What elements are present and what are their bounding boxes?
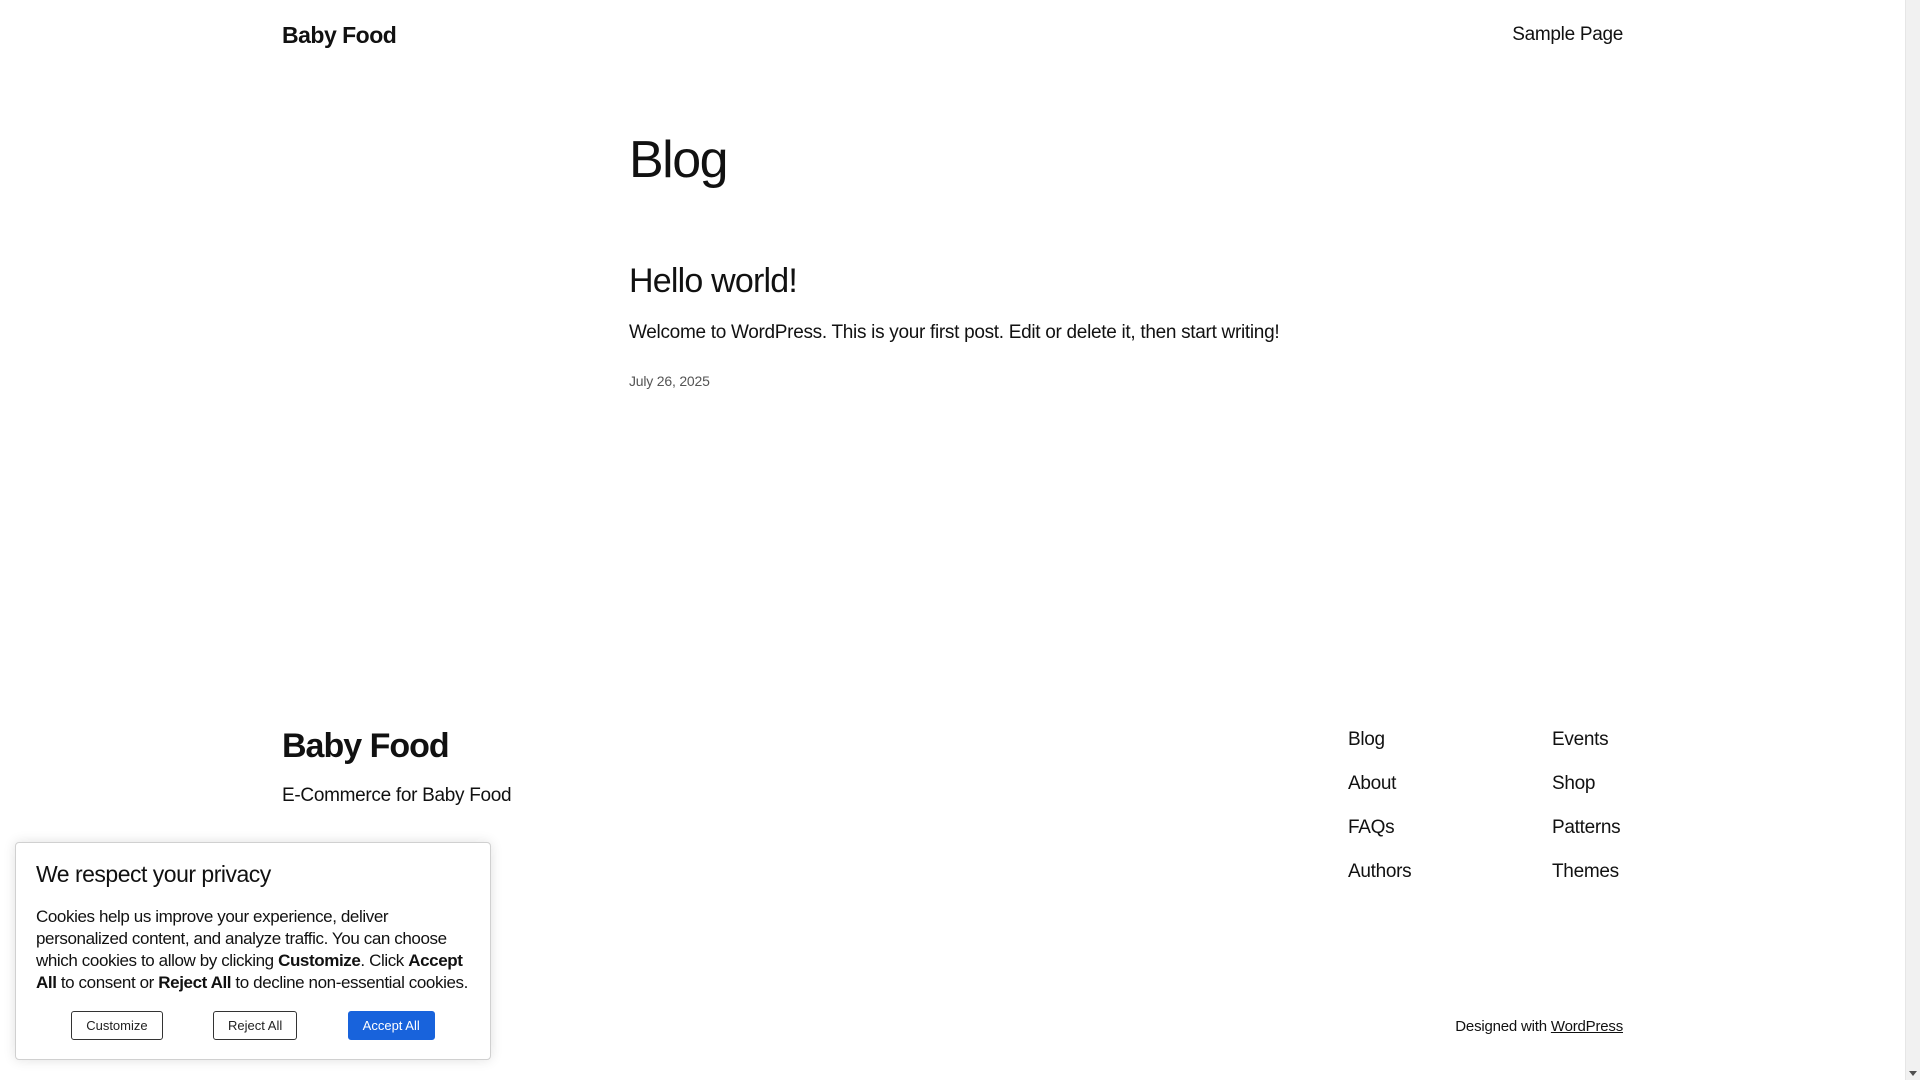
footer-link-events[interactable]: Events	[1552, 728, 1620, 752]
cookie-banner-text: Cookies help us improve your experience,…	[36, 906, 470, 994]
cookie-text-reject: Reject All	[158, 973, 232, 992]
cookie-text-part-4: to decline non-essential cookies.	[231, 973, 468, 992]
post-item: Hello world! Welcome to WordPress. This …	[629, 262, 1329, 389]
nav-link-sample-page[interactable]: Sample Page	[1512, 24, 1623, 46]
post-date[interactable]: July 26, 2025	[629, 373, 1329, 389]
footer-nav-column-2: Events Shop Patterns Themes	[1552, 728, 1621, 884]
cookie-text-part-3: to consent or	[56, 973, 159, 992]
footer-link-faqs[interactable]: FAQs	[1348, 816, 1411, 840]
cookie-text-customize: Customize	[278, 951, 361, 970]
reject-all-button[interactable]: Reject All	[213, 1011, 298, 1040]
customize-button[interactable]: Customize	[71, 1011, 163, 1040]
wordpress-link[interactable]: WordPress	[1551, 1018, 1623, 1035]
page: Baby Food Sample Page Blog Hello world! …	[0, 0, 1905, 1080]
site-header: Baby Food Sample Page	[282, 18, 1623, 52]
cookie-banner-title: We respect your privacy	[36, 861, 271, 887]
footer-link-authors[interactable]: Authors	[1348, 860, 1412, 884]
footer-link-blog[interactable]: Blog	[1348, 728, 1411, 752]
page-title: Blog	[629, 131, 729, 189]
footer-nav-column-1: Blog About FAQs Authors	[1348, 728, 1412, 884]
accept-all-button[interactable]: Accept All	[347, 1011, 435, 1040]
post-excerpt: Welcome to WordPress. This is your first…	[629, 321, 1280, 343]
credit-prefix: Designed with	[1455, 1018, 1547, 1035]
footer-tagline: E-Commerce for Baby Food	[282, 785, 512, 807]
vertical-scrollbar[interactable]	[1905, 0, 1920, 1080]
footer-credit: Designed with WordPress	[1455, 1018, 1623, 1035]
cookie-consent-banner: We respect your privacy Cookies help us …	[15, 842, 491, 1060]
footer-site-title[interactable]: Baby Food	[282, 727, 511, 765]
post-title-link[interactable]: Hello world!	[629, 262, 1329, 300]
main-content: Blog Hello world! Welcome to WordPress. …	[629, 131, 1329, 389]
cookie-buttons: Customize Reject All Accept All	[36, 1011, 470, 1040]
cookie-text-part-2: . Click	[360, 951, 409, 970]
site-title-link[interactable]: Baby Food	[282, 22, 397, 49]
footer-link-shop[interactable]: Shop	[1552, 772, 1620, 796]
footer-link-about[interactable]: About	[1348, 772, 1411, 796]
scroll-down-arrow-icon[interactable]	[1909, 1071, 1917, 1076]
footer-brand: Baby Food E-Commerce for Baby Food	[282, 727, 512, 807]
footer-link-patterns[interactable]: Patterns	[1552, 816, 1621, 840]
footer-link-themes[interactable]: Themes	[1552, 860, 1620, 884]
